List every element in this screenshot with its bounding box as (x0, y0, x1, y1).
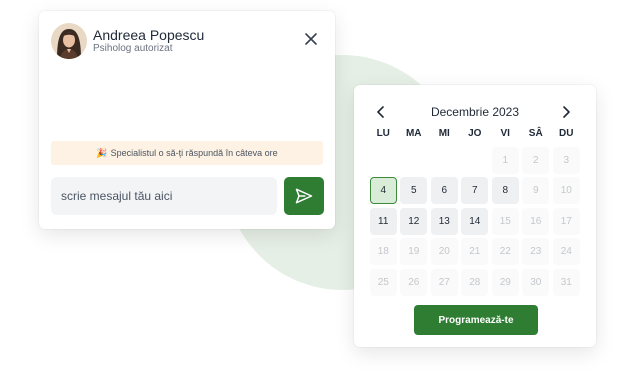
party-popper-icon: 🎉 (96, 147, 108, 158)
day-number: 8 (491, 177, 519, 205)
day-number: 31 (552, 268, 580, 296)
day-number: 2 (522, 146, 550, 174)
calendar-day-3: 3 (551, 145, 582, 176)
day-number: 23 (522, 238, 550, 266)
day-number: 6 (430, 177, 458, 205)
day-number: 1 (491, 146, 519, 174)
calendar-day-17: 17 (551, 206, 582, 237)
calendar-empty-cell (429, 145, 460, 176)
day-number: 16 (522, 207, 550, 235)
close-button[interactable] (303, 31, 319, 47)
calendar-day-28: 28 (460, 267, 491, 298)
chat-widget: Andreea Popescu Psiholog autorizat 🎉 Spe… (39, 11, 335, 229)
calendar-day-10: 10 (551, 176, 582, 207)
calendar-day-18: 18 (368, 237, 399, 268)
calendar-day-23: 23 (521, 237, 552, 268)
calendar-day-29: 29 (490, 267, 521, 298)
day-number: 26 (400, 268, 428, 296)
calendar-day-25: 25 (368, 267, 399, 298)
day-grid: 1 2 3 4 5 6 7 8 9 10 11 12 13 14 15 16 17 18 19 20 21 22 23 24 2… (368, 145, 582, 298)
weekday-label: JO (468, 128, 482, 139)
calendar-day-4[interactable]: 4 (368, 176, 399, 207)
notice-text: Specialistul o să-ți răspundă în câteva … (110, 148, 278, 158)
weekday-label: MI (438, 128, 450, 139)
message-input[interactable] (51, 177, 277, 215)
calendar-day-14[interactable]: 14 (460, 206, 491, 237)
send-icon (295, 188, 313, 204)
day-number: 9 (522, 177, 550, 205)
day-number: 25 (369, 268, 397, 296)
specialist-name: Andreea Popescu (93, 27, 205, 43)
day-number: 13 (430, 207, 458, 235)
day-number: 5 (400, 177, 428, 205)
calendar-day-6[interactable]: 6 (429, 176, 460, 207)
day-number: 15 (491, 207, 519, 235)
calendar-day-26: 26 (399, 267, 430, 298)
calendar-day-5[interactable]: 5 (399, 176, 430, 207)
calendar-day-31: 31 (551, 267, 582, 298)
day-number: 11 (369, 207, 397, 235)
day-number: 22 (491, 238, 519, 266)
avatar (51, 23, 87, 59)
calendar-day-21: 21 (460, 237, 491, 268)
calendar-day-7[interactable]: 7 (460, 176, 491, 207)
calendar-day-19: 19 (399, 237, 430, 268)
calendar-day-16: 16 (521, 206, 552, 237)
calendar-day-2: 2 (521, 145, 552, 176)
weekday-label: MA (405, 128, 422, 139)
next-month-button[interactable] (559, 105, 573, 119)
calendar-day-12[interactable]: 12 (399, 206, 430, 237)
specialist-role: Psiholog autorizat (93, 43, 173, 54)
send-button[interactable] (284, 177, 324, 215)
calendar-day-24: 24 (551, 237, 582, 268)
calendar-empty-cell (460, 145, 491, 176)
calendar-widget: Decembrie 2023 LU MA MI JO VI SÂ DU 1234567891… (354, 85, 596, 347)
day-number: 20 (430, 238, 458, 266)
day-number: 21 (461, 238, 489, 266)
day-number: 24 (552, 238, 580, 266)
day-number: 4 (369, 177, 397, 205)
calendar-day-1: 1 (490, 145, 521, 176)
day-number: 12 (400, 207, 428, 235)
calendar-day-27: 27 (429, 267, 460, 298)
chevron-right-icon (563, 106, 570, 118)
weekday-label: DU (559, 128, 574, 139)
day-number: 28 (461, 268, 489, 296)
day-number: 3 (552, 146, 580, 174)
close-icon (305, 33, 317, 45)
day-number: 10 (552, 177, 580, 205)
day-number: 27 (430, 268, 458, 296)
calendar-day-30: 30 (521, 267, 552, 298)
day-number: 19 (400, 238, 428, 266)
weekday-label: LU (376, 128, 390, 139)
weekday-header: LU MA MI JO VI SÂ DU (368, 128, 582, 139)
calendar-day-11[interactable]: 11 (368, 206, 399, 237)
calendar-day-20: 20 (429, 237, 460, 268)
calendar-day-15: 15 (490, 206, 521, 237)
day-number: 30 (522, 268, 550, 296)
day-number: 17 (552, 207, 580, 235)
weekday-label: VI (500, 128, 510, 139)
day-number: 29 (491, 268, 519, 296)
calendar-day-8[interactable]: 8 (490, 176, 521, 207)
weekday-label: SÂ (528, 128, 543, 139)
calendar-day-9: 9 (521, 176, 552, 207)
calendar-day-13[interactable]: 13 (429, 206, 460, 237)
reply-time-notice: 🎉 Specialistul o să-ți răspundă în câtev… (51, 141, 323, 165)
book-appointment-button[interactable]: Programează-te (414, 305, 538, 335)
day-number: 18 (369, 238, 397, 266)
calendar-day-22: 22 (490, 237, 521, 268)
day-number: 14 (461, 207, 489, 235)
day-number: 7 (461, 177, 489, 205)
calendar-empty-cell (368, 145, 399, 176)
calendar-empty-cell (399, 145, 430, 176)
